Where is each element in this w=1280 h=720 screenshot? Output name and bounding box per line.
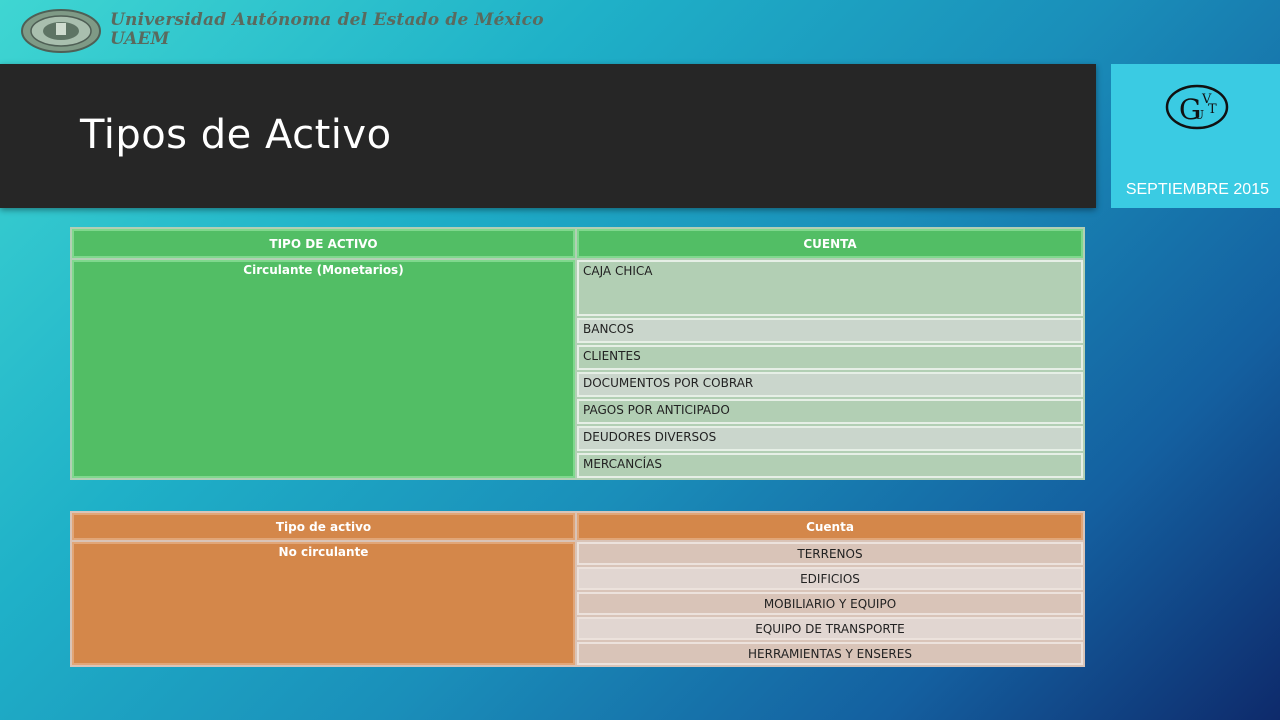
table-header-row: Tipo de activo Cuenta	[72, 513, 1083, 540]
current-assets-table: TIPO DE ACTIVO CUENTA Circulante (Moneta…	[70, 227, 1085, 480]
account-cell: EQUIPO DE TRANSPORTE	[577, 617, 1083, 640]
account-cell: CAJA CHICA	[577, 260, 1083, 316]
slide-date: SEPTIEMBRE 2015	[1125, 181, 1269, 198]
account-cell: MERCANCÍAS	[577, 453, 1083, 478]
university-header: Universidad Autónoma del Estado de Méxic…	[0, 0, 1280, 64]
account-cell: DEUDORES DIVERSOS	[577, 426, 1083, 451]
asset-type-cell: No circulante	[72, 542, 575, 665]
account-cell: PAGOS POR ANTICIPADO	[577, 399, 1083, 424]
svg-text:T: T	[1208, 102, 1217, 117]
column-header-asset-type: TIPO DE ACTIVO	[72, 229, 575, 258]
account-cell: DOCUMENTOS POR COBRAR	[577, 372, 1083, 397]
university-short-name: UAEM	[110, 29, 170, 49]
guyt-logo-icon: G V U T	[1165, 84, 1229, 130]
account-cell: CLIENTES	[577, 345, 1083, 370]
title-bar: Tipos de Activo	[0, 64, 1096, 208]
account-cell: EDIFICIOS	[577, 567, 1083, 590]
uaem-seal-icon	[21, 9, 101, 53]
account-cell: BANCOS	[577, 318, 1083, 343]
column-header-asset-type: Tipo de activo	[72, 513, 575, 540]
table-row: Circulante (Monetarios) CAJA CHICA	[72, 260, 1083, 478]
table-row: No circulante TERRENOS	[72, 542, 1083, 665]
noncurrent-assets-table: Tipo de activo Cuenta No circulante TERR…	[70, 511, 1085, 667]
university-name: Universidad Autónoma del Estado de Méxic…	[110, 10, 544, 30]
account-cell: MOBILIARIO Y EQUIPO	[577, 592, 1083, 615]
svg-text:U: U	[1194, 108, 1204, 122]
column-header-account: Cuenta	[577, 513, 1083, 540]
account-cell: TERRENOS	[577, 542, 1083, 565]
account-cell: HERRAMIENTAS Y ENSERES	[577, 642, 1083, 665]
table-header-row: TIPO DE ACTIVO CUENTA	[72, 229, 1083, 258]
asset-type-cell: Circulante (Monetarios)	[72, 260, 575, 478]
column-header-account: CUENTA	[577, 229, 1083, 258]
slide-title: Tipos de Activo	[80, 112, 392, 158]
